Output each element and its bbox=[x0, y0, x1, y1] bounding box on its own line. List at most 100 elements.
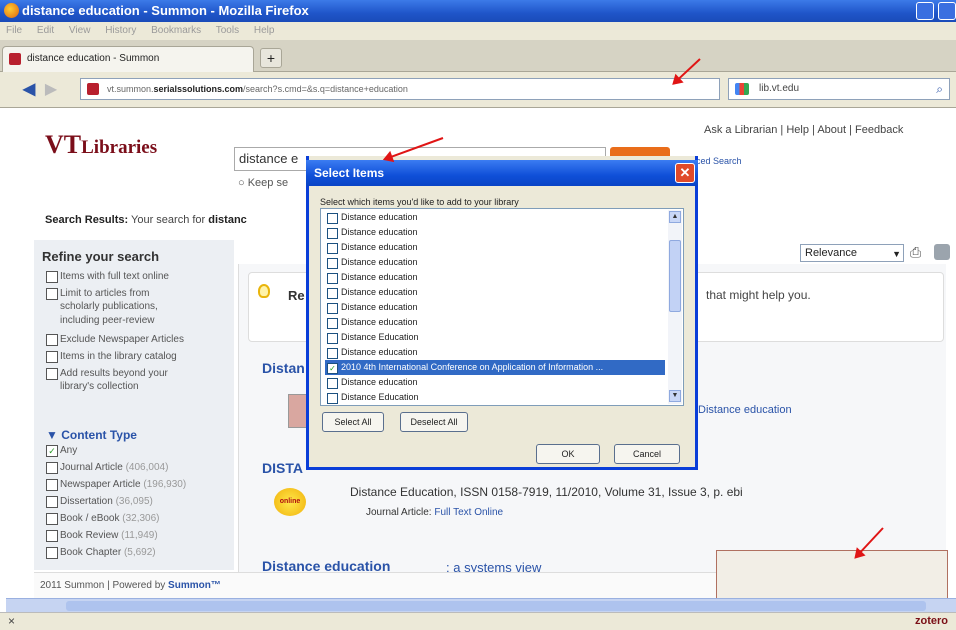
search-results-summary: Search Results: Your search for distanc bbox=[45, 214, 247, 226]
filter-library-catalog[interactable]: Items in the library catalog bbox=[46, 350, 226, 363]
lightbulb-icon bbox=[258, 284, 270, 298]
list-item[interactable]: Distance education bbox=[325, 210, 665, 225]
online-badge: online bbox=[274, 488, 306, 516]
vt-favicon-icon bbox=[9, 53, 21, 65]
horizontal-scrollbar[interactable] bbox=[6, 598, 956, 612]
tab-bar: distance education - Summon + bbox=[0, 40, 956, 72]
tab-label: distance education - Summon bbox=[27, 53, 160, 64]
result-2-type: Journal Article: bbox=[366, 507, 432, 518]
list-item[interactable]: Distance education bbox=[325, 270, 665, 285]
listbox-scroll-thumb[interactable] bbox=[669, 240, 681, 312]
vt-libraries-logo[interactable]: VTLibraries bbox=[45, 130, 157, 160]
search-engine-label: lib.vt.edu bbox=[759, 83, 800, 94]
zotero-logo[interactable]: zotero bbox=[915, 613, 948, 630]
filter-full-text[interactable]: Items with full text online bbox=[46, 270, 226, 283]
zotero-progress-pane bbox=[716, 550, 948, 600]
list-item[interactable]: Distance education bbox=[325, 240, 665, 255]
content-type-journal-article[interactable]: Journal Article (406,004) bbox=[46, 461, 226, 474]
menu-view[interactable]: View bbox=[69, 25, 91, 36]
menu-tools[interactable]: Tools bbox=[216, 25, 239, 36]
filter-scholarly[interactable]: Limit to articles from bbox=[46, 287, 226, 300]
filter-exclude-newspaper[interactable]: Exclude Newspaper Articles bbox=[46, 333, 226, 346]
list-item[interactable]: Distance education bbox=[325, 375, 665, 390]
filter-beyond-line2: library's collection bbox=[60, 381, 139, 392]
content-type-newspaper-article[interactable]: Newspaper Article (196,930) bbox=[46, 478, 226, 491]
content-type-dissertation[interactable]: Dissertation (36,095) bbox=[46, 495, 226, 508]
list-item[interactable]: Distance education bbox=[325, 285, 665, 300]
content-type-heading[interactable]: ▼ Content Type bbox=[46, 428, 137, 442]
content-type-any[interactable]: Any bbox=[46, 444, 226, 457]
results-prefix: Search Results: bbox=[45, 214, 129, 226]
menu-bookmarks[interactable]: Bookmarks bbox=[151, 25, 201, 36]
tip-text: that might help you. bbox=[706, 288, 811, 302]
filter-scholarly-line3: including peer-review bbox=[60, 315, 155, 326]
dialog-close-button[interactable]: ✕ bbox=[675, 163, 695, 183]
maximize-button[interactable] bbox=[938, 2, 956, 20]
footer-text: 2011 Summon | Powered by bbox=[40, 580, 166, 591]
summon-logo[interactable]: Summon™ bbox=[168, 580, 221, 591]
search-engine-icon bbox=[735, 83, 749, 95]
close-icon[interactable]: × bbox=[8, 613, 15, 630]
items-listbox[interactable]: Distance education Distance education Di… bbox=[320, 208, 684, 406]
content-type-book-review[interactable]: Book Review (11,949) bbox=[46, 529, 226, 542]
back-button-icon[interactable]: ◀ bbox=[18, 80, 40, 100]
result-2-title[interactable]: DISTA bbox=[262, 460, 303, 476]
list-item[interactable]: Distance Education bbox=[325, 330, 665, 345]
site-favicon-icon bbox=[87, 83, 99, 95]
refine-title: Refine your search bbox=[42, 249, 160, 264]
chevron-down-icon: ▼ bbox=[892, 249, 901, 259]
dialog-title: Select Items bbox=[306, 160, 698, 186]
list-item[interactable]: Distance education bbox=[325, 255, 665, 270]
scrollbar-thumb[interactable] bbox=[66, 601, 926, 611]
full-text-online-link[interactable]: Full Text Online bbox=[434, 507, 503, 518]
menu-edit[interactable]: Edit bbox=[37, 25, 54, 36]
rss-icon[interactable] bbox=[934, 244, 950, 260]
filter-scholarly-line2: scholarly publications, bbox=[60, 301, 158, 312]
sort-select[interactable]: Relevance ▼ bbox=[800, 244, 904, 262]
page-footer: 2011 Summon | Powered by Summon™ bbox=[34, 572, 716, 598]
result-1-title[interactable]: Distan bbox=[262, 360, 305, 376]
result-2-meta: Distance Education, ISSN 0158-7919, 11/2… bbox=[350, 485, 743, 499]
scroll-up-icon[interactable]: ▲ bbox=[669, 211, 681, 223]
list-item[interactable]: Distance Education bbox=[325, 390, 665, 405]
firefox-icon bbox=[4, 3, 19, 18]
keep-search-label: Keep se bbox=[247, 177, 289, 189]
content-type-book[interactable]: Book / eBook (32,306) bbox=[46, 512, 226, 525]
list-item[interactable]: Distance education bbox=[325, 315, 665, 330]
url-path: /search?s.cmd=&s.q=distance+education bbox=[243, 84, 408, 94]
tab-summon[interactable]: distance education - Summon bbox=[2, 46, 254, 72]
print-icon[interactable]: ⎙ bbox=[910, 244, 921, 261]
scroll-down-icon[interactable]: ▼ bbox=[669, 390, 681, 402]
filter-beyond-collection[interactable]: Add results beyond your bbox=[46, 367, 226, 380]
browser-search-box[interactable]: lib.vt.edu ⌕ bbox=[728, 78, 950, 100]
result-2-fulltext: Journal Article: Full Text Online bbox=[352, 507, 503, 518]
list-item[interactable]: Distance education bbox=[325, 225, 665, 240]
keep-search-radio[interactable]: ○ Keep se bbox=[238, 177, 288, 189]
menu-help[interactable]: Help bbox=[254, 25, 275, 36]
listbox-scrollbar[interactable]: ▲ ▼ bbox=[668, 210, 682, 404]
result-1-line[interactable]: Distance education bbox=[698, 404, 792, 416]
search-icon[interactable]: ⌕ bbox=[936, 79, 943, 99]
url-bar[interactable]: vt.summon.serialssolutions.com/search?s.… bbox=[80, 78, 720, 100]
select-all-button[interactable]: Select All bbox=[322, 412, 384, 432]
menu-bar: File Edit View History Bookmarks Tools H… bbox=[0, 22, 956, 40]
content-type-book-chapter[interactable]: Book Chapter (5,692) bbox=[46, 546, 226, 559]
deselect-all-button[interactable]: Deselect All bbox=[400, 412, 468, 432]
forward-button-icon[interactable]: ▶ bbox=[40, 80, 62, 100]
window-titlebar: distance education - Summon - Mozilla Fi… bbox=[0, 0, 956, 22]
logo-vt: VT bbox=[45, 130, 82, 159]
list-item[interactable]: Distance education bbox=[325, 345, 665, 360]
new-tab-button[interactable]: + bbox=[260, 48, 282, 68]
ok-button[interactable]: OK bbox=[536, 444, 600, 464]
list-item-selected[interactable]: 2010 4th International Conference on App… bbox=[325, 360, 665, 375]
list-item[interactable]: Distance education bbox=[325, 300, 665, 315]
menu-file[interactable]: File bbox=[6, 25, 22, 36]
minimize-button[interactable] bbox=[916, 2, 934, 20]
top-links[interactable]: Ask a Librarian | Help | About | Feedbac… bbox=[704, 124, 903, 136]
url-prefix: vt.summon. bbox=[107, 84, 154, 94]
dialog-prompt: Select which items you'd like to add to … bbox=[320, 197, 519, 207]
tip-heading: Re bbox=[288, 288, 305, 303]
menu-history[interactable]: History bbox=[105, 25, 136, 36]
cancel-button[interactable]: Cancel bbox=[614, 444, 680, 464]
window-title: distance education - Summon - Mozilla Fi… bbox=[22, 3, 309, 18]
